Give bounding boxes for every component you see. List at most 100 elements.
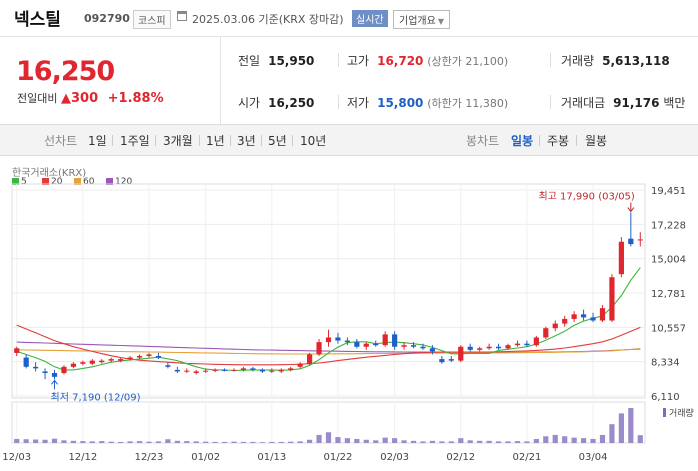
- y-tick-label: 8,334: [651, 358, 680, 369]
- volume-bar: [410, 440, 417, 443]
- candle-body: [344, 340, 350, 343]
- candle-body: [628, 238, 634, 245]
- candle-body: [458, 346, 464, 361]
- candle-body: [590, 317, 596, 321]
- x-tick-label: 01/13: [257, 452, 286, 463]
- volume-bar: [448, 441, 454, 443]
- volume-bar: [505, 441, 511, 443]
- y-tick-label: 10,557: [651, 323, 686, 334]
- candle-body: [392, 334, 398, 347]
- candle-body: [240, 368, 247, 370]
- candle-body: [325, 337, 332, 343]
- volume-bar: [562, 436, 568, 443]
- x-tick-label: 12/12: [68, 452, 97, 463]
- volume-bar: [580, 438, 587, 443]
- volume-bar: [599, 434, 606, 443]
- candle-body: [70, 363, 77, 367]
- candle-body: [486, 346, 492, 349]
- volume-bar: [269, 441, 275, 443]
- volume-bar: [146, 441, 152, 443]
- volume-bar: [543, 436, 549, 443]
- candle-body: [231, 369, 237, 371]
- candle-body: [354, 342, 360, 347]
- volume-bar: [344, 438, 350, 443]
- volume-bar: [467, 440, 473, 443]
- volume-bar: [618, 413, 624, 443]
- volume-bar: [335, 437, 341, 443]
- x-tick-label: 02/12: [446, 452, 475, 463]
- candle-body: [637, 239, 643, 241]
- candle-body: [562, 318, 568, 324]
- volume-bar: [155, 441, 162, 443]
- candle-body: [524, 343, 530, 346]
- candle-body: [288, 368, 294, 370]
- candle-body: [420, 346, 426, 349]
- candle-body: [599, 308, 606, 321]
- x-tick-label: 01/02: [191, 452, 220, 463]
- candle-body: [174, 369, 180, 372]
- volume-bar: [23, 439, 29, 443]
- volume-bar: [203, 441, 209, 443]
- x-tick-label: 03/04: [579, 452, 608, 463]
- candle-body: [203, 370, 209, 372]
- candle-body: [448, 359, 454, 361]
- candle-body: [609, 277, 615, 321]
- candle-body: [297, 363, 303, 367]
- volume-label: 거래량: [669, 407, 694, 419]
- candle-body: [269, 370, 275, 372]
- volume-bar: [514, 441, 521, 443]
- volume-bar: [136, 441, 143, 443]
- candle-body: [495, 346, 502, 349]
- volume-bar: [609, 424, 615, 443]
- volume-bar: [240, 441, 247, 443]
- x-tick-label: 12/03: [2, 452, 31, 463]
- price-plot-frame: [11, 183, 646, 399]
- volume-bar: [80, 441, 86, 443]
- high-annotation: 최고 17,990 (03/05): [538, 191, 634, 203]
- volume-bar: [429, 440, 436, 443]
- volume-bar: [221, 441, 228, 443]
- volume-bar: [439, 441, 445, 443]
- volume-bar: [524, 441, 530, 443]
- candle-body: [410, 345, 417, 347]
- candle-body: [439, 359, 445, 363]
- volume-bar: [458, 438, 464, 443]
- candle-body: [250, 368, 256, 370]
- volume-bar: [628, 408, 634, 443]
- candle-body: [61, 366, 67, 373]
- volume-bar: [401, 440, 407, 443]
- candle-body: [373, 343, 379, 346]
- candle-body: [401, 345, 407, 347]
- volume-bar: [278, 441, 284, 443]
- volume-bar: [250, 441, 256, 443]
- y-tick-label: 6,110: [651, 392, 680, 403]
- x-tick-label: 01/22: [324, 452, 353, 463]
- candle-body: [127, 357, 133, 360]
- candle-body: [212, 369, 218, 371]
- candle-body: [363, 343, 369, 347]
- x-tick-label: 02/03: [380, 452, 409, 463]
- volume-bar: [42, 439, 48, 443]
- candle-body: [136, 356, 143, 358]
- candle-body: [146, 354, 152, 357]
- candle-body: [514, 343, 521, 346]
- candlestick-chart: 6,110 8,334 10,557 12,781 15,004 17,228 19,451…: [2, 183, 694, 463]
- y-tick-label: 19,451: [651, 186, 686, 197]
- volume-bar: [51, 438, 58, 443]
- volume-bar: [297, 441, 303, 443]
- volume-bar: [552, 434, 558, 443]
- y-tick-label: 15,004: [651, 255, 686, 266]
- volume-bar: [89, 441, 95, 443]
- candle-body: [165, 365, 171, 367]
- volume-bar: [184, 441, 190, 443]
- volume-bar: [288, 441, 294, 443]
- volume-bar: [373, 440, 379, 443]
- volume-bar: [477, 440, 483, 443]
- candle-body: [618, 241, 624, 275]
- candle-body: [221, 369, 228, 371]
- volume-bar: [259, 442, 265, 443]
- candle-body: [184, 370, 190, 372]
- candle-body: [51, 372, 58, 377]
- volume-bar: [127, 441, 133, 443]
- y-tick-label: 12,781: [651, 289, 686, 300]
